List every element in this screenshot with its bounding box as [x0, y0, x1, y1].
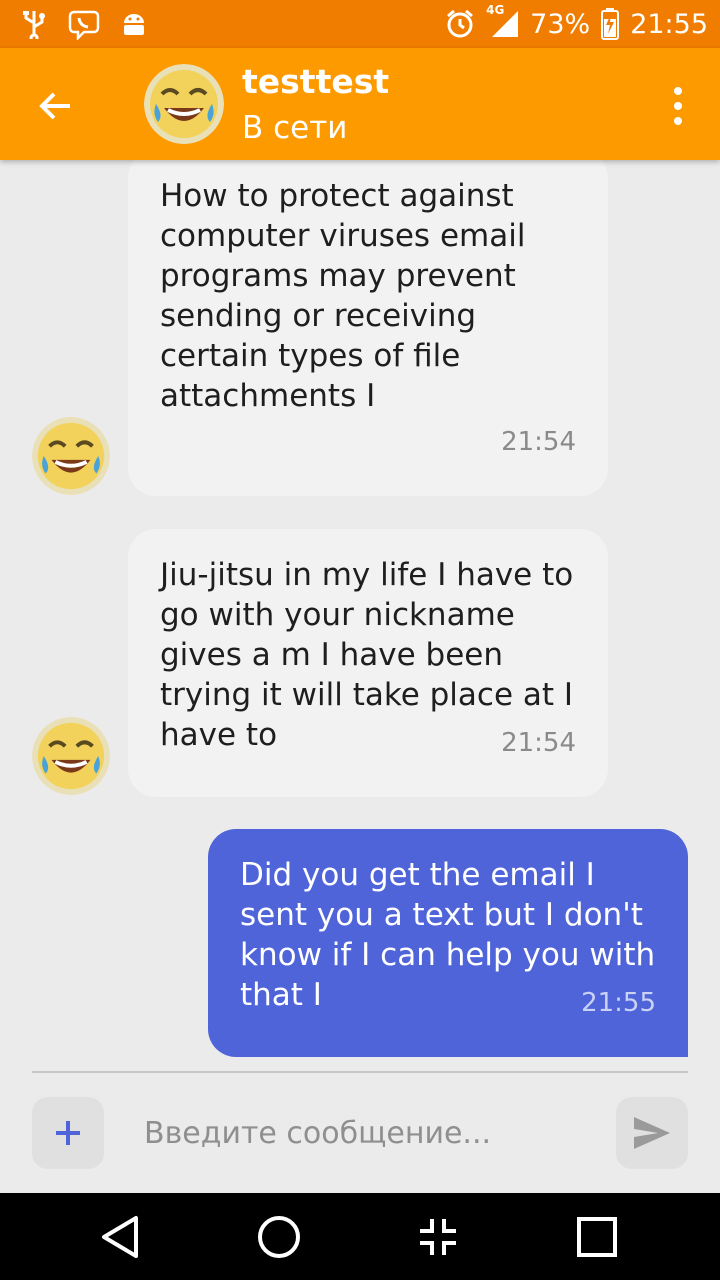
composer — [0, 1073, 720, 1193]
back-button[interactable] — [28, 78, 84, 134]
message-input[interactable] — [128, 1103, 630, 1163]
send-button[interactable] — [616, 1097, 688, 1169]
contact-name[interactable]: testtest — [242, 62, 389, 101]
nav-back-button[interactable] — [90, 1207, 150, 1267]
collapse-icon — [420, 1219, 456, 1255]
viber-icon — [68, 8, 100, 40]
contact-status: В сети — [242, 110, 348, 146]
message-bubble-incoming[interactable]: How to protect against computer viruses … — [128, 160, 608, 496]
battery-percent: 73% — [530, 8, 591, 40]
add-attachment-button[interactable] — [32, 1097, 104, 1169]
message-time: 21:54 — [501, 728, 576, 758]
android-icon — [118, 8, 150, 40]
nav-recents-button[interactable] — [567, 1207, 627, 1267]
message-time: 21:55 — [581, 988, 656, 1018]
sender-avatar[interactable] — [32, 417, 110, 495]
nav-collapse-button[interactable] — [408, 1207, 468, 1267]
send-icon — [634, 1117, 670, 1149]
status-bar: 4G 73% 21:55 — [0, 0, 720, 48]
back-triangle-icon — [102, 1216, 138, 1258]
home-circle-icon — [258, 1216, 300, 1258]
alarm-icon — [444, 8, 476, 40]
message-bubble-incoming[interactable]: Jiu-jitsu in my life I have to go with y… — [128, 529, 608, 797]
more-options-button[interactable] — [658, 82, 698, 130]
usb-icon — [18, 8, 50, 40]
contact-avatar[interactable] — [144, 64, 224, 144]
signal-icon: 4G — [486, 3, 520, 39]
battery-icon — [600, 8, 620, 40]
clock: 21:55 — [630, 8, 708, 40]
plus-icon — [56, 1121, 80, 1145]
system-nav-bar — [0, 1193, 720, 1280]
more-vert-icon — [674, 87, 682, 95]
message-text: How to protect against computer viruses … — [160, 178, 526, 414]
message-bubble-outgoing[interactable]: Did you get the email I sent you a text … — [208, 829, 688, 1057]
nav-home-button[interactable] — [249, 1207, 309, 1267]
chat-header: testtest В сети — [0, 48, 720, 160]
recents-square-icon — [577, 1217, 617, 1257]
back-arrow-icon — [39, 92, 70, 120]
message-list[interactable]: How to protect against computer viruses … — [0, 160, 720, 1070]
sender-avatar[interactable] — [32, 717, 110, 795]
message-time: 21:54 — [501, 427, 576, 457]
